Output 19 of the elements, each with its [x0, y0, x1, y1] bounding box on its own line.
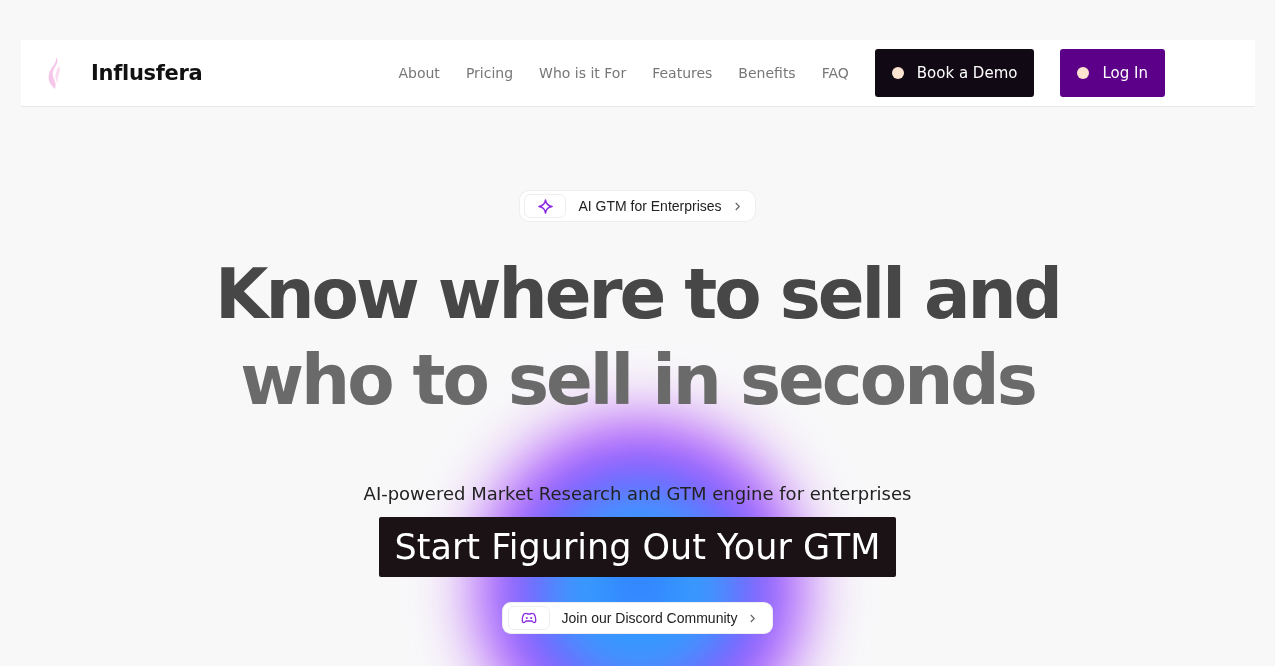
nav-button[interactable]: Book a Demo	[874, 49, 1035, 97]
nav-link[interactable]: Benefits	[738, 65, 796, 81]
subtitle-text: AI-powered Market Research and GTM engine for enterprises	[363, 483, 912, 504]
chevron-right-icon	[733, 201, 741, 211]
nav-link[interactable]: Features	[652, 65, 713, 81]
nav-link[interactable]: Who is it For	[539, 65, 627, 81]
game-controller-icon	[520, 612, 537, 624]
nav-link[interactable]: About	[398, 65, 440, 81]
cta-button[interactable]: Start Figuring Out Your GTM	[378, 517, 897, 577]
nav-link[interactable]: Pricing	[465, 65, 514, 81]
headline-text: who to sell in seconds	[240, 339, 1035, 422]
chevron-right-icon	[749, 613, 757, 623]
nav-link[interactable]: FAQ	[821, 65, 849, 81]
nav-button[interactable]: Log In	[1060, 49, 1165, 97]
headline-text: Know where to sell and	[215, 253, 1060, 336]
brand-name[interactable]: Influsfera	[91, 61, 203, 85]
community-link[interactable]: Join our Discord Community	[502, 603, 773, 633]
badge-link[interactable]: AI GTM for Enterprises	[520, 191, 755, 221]
sparkle-icon	[537, 198, 553, 214]
